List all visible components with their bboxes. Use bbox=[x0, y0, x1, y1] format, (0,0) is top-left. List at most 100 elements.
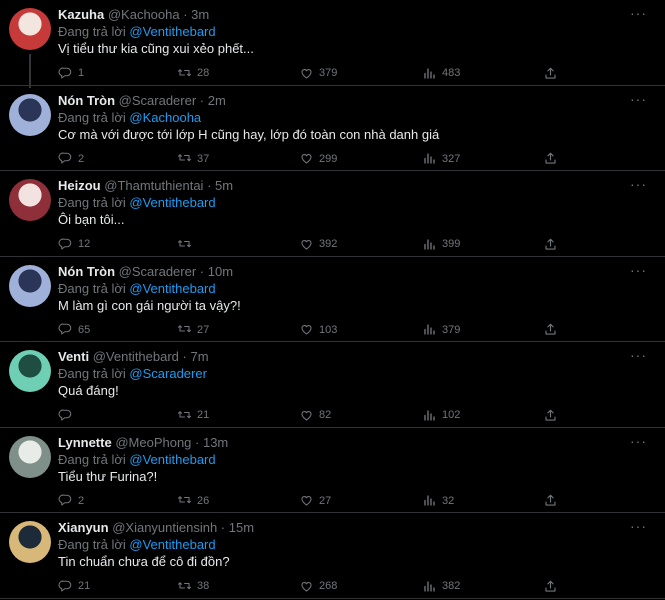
avatar[interactable] bbox=[9, 435, 51, 478]
like-button[interactable]: 82 bbox=[299, 406, 331, 424]
reply-icon bbox=[58, 494, 72, 506]
more-options-icon[interactable]: ··· bbox=[630, 433, 647, 449]
avatar[interactable] bbox=[9, 93, 51, 136]
replying-to-handle[interactable]: @Scaraderer bbox=[129, 366, 207, 381]
avatar[interactable] bbox=[9, 179, 51, 221]
more-options-icon[interactable]: ··· bbox=[630, 176, 647, 192]
like-button[interactable]: 103 bbox=[299, 321, 337, 339]
avatar[interactable] bbox=[9, 8, 51, 50]
avatar[interactable] bbox=[9, 521, 51, 563]
views-button[interactable]: 32 bbox=[422, 492, 454, 510]
replying-to: Đang trả lời @Ventithebard bbox=[58, 24, 216, 39]
like-button[interactable]: 27 bbox=[299, 492, 331, 510]
replying-to-handle[interactable]: @Ventithebard bbox=[129, 24, 215, 39]
user-handle[interactable]: @Kachooha bbox=[108, 7, 180, 22]
tweet-row[interactable]: Venti @Ventithebard · 7m ··· Đang trả lời … bbox=[0, 342, 665, 428]
share-button[interactable] bbox=[543, 235, 563, 253]
reply-button[interactable]: 2 bbox=[58, 150, 84, 168]
heart-icon bbox=[301, 154, 312, 164]
tweet-row[interactable]: Kazuha @Kachooha · 3m ··· Đang trả lời @Ve… bbox=[0, 0, 665, 88]
tweet-row[interactable]: Nón Tròn @Scaraderer · 10m ··· Đang trả lờ… bbox=[0, 257, 665, 342]
display-name[interactable]: Nón Tròn bbox=[58, 264, 115, 279]
replying-to-handle[interactable]: @Ventithebard bbox=[129, 281, 215, 296]
like-button[interactable]: 268 bbox=[299, 577, 337, 595]
retweet-button[interactable]: 37 bbox=[177, 150, 209, 168]
like-button[interactable]: 392 bbox=[299, 235, 337, 253]
timestamp[interactable]: 7m bbox=[190, 349, 208, 364]
replying-to-handle[interactable]: @Ventithebard bbox=[129, 537, 215, 552]
views-button[interactable]: 382 bbox=[422, 577, 460, 595]
timestamp[interactable]: 13m bbox=[203, 435, 228, 450]
tweet-row[interactable]: Xianyun @Xianyuntiensinh · 15m ··· Đang tr… bbox=[0, 513, 665, 599]
more-options-icon[interactable]: ··· bbox=[630, 5, 647, 21]
views-button[interactable]: 379 bbox=[422, 321, 460, 339]
like-button[interactable]: 299 bbox=[299, 150, 337, 168]
timestamp[interactable]: 10m bbox=[208, 264, 233, 279]
share-button[interactable] bbox=[543, 406, 563, 424]
timestamp[interactable]: 3m bbox=[191, 7, 209, 22]
views-button[interactable]: 483 bbox=[422, 64, 460, 82]
share-button[interactable] bbox=[543, 492, 563, 510]
retweet-button[interactable]: 27 bbox=[177, 321, 209, 339]
reply-button[interactable]: 65 bbox=[58, 321, 90, 339]
tweet-text: Cơ mà với được tới lớp H cũng hay, lớp đ… bbox=[58, 126, 440, 142]
tweet-row[interactable]: Nón Tròn @Scaraderer · 2m ··· Đang trả lời… bbox=[0, 86, 665, 171]
timestamp[interactable]: 15m bbox=[229, 520, 254, 535]
user-handle[interactable]: @Xianyuntiensinh bbox=[112, 520, 217, 535]
retweet-button[interactable]: 38 bbox=[177, 577, 209, 595]
display-name[interactable]: Nón Tròn bbox=[58, 93, 115, 108]
more-options-icon[interactable]: ··· bbox=[630, 91, 647, 107]
replying-to-handle[interactable]: @Ventithebard bbox=[129, 195, 215, 210]
view-count: 32 bbox=[442, 494, 455, 507]
like-button[interactable]: 379 bbox=[299, 64, 337, 82]
display-name[interactable]: Xianyun bbox=[58, 520, 109, 535]
reply-button[interactable]: 2 bbox=[58, 492, 84, 510]
timestamp[interactable]: 2m bbox=[208, 93, 226, 108]
replying-to-handle[interactable]: @Kachooha bbox=[129, 110, 201, 125]
replying-to: Đang trả lời @Kachooha bbox=[58, 110, 201, 125]
user-handle[interactable]: @Ventithebard bbox=[93, 349, 179, 364]
user-handle[interactable]: @Scaraderer bbox=[119, 264, 197, 279]
bar-chart-icon bbox=[424, 153, 435, 164]
heart-icon bbox=[301, 581, 312, 592]
reply-button[interactable]: 1 bbox=[58, 64, 84, 82]
replying-to-label: Đang trả lời bbox=[58, 280, 126, 296]
user-handle[interactable]: @Thamtuthientai bbox=[104, 178, 203, 193]
views-button[interactable]: 102 bbox=[422, 406, 460, 424]
share-button[interactable] bbox=[543, 64, 563, 82]
display-name[interactable]: Venti bbox=[58, 349, 89, 364]
retweet-button[interactable]: 28 bbox=[177, 64, 209, 82]
retweet-button[interactable]: 26 bbox=[177, 492, 209, 510]
views-button[interactable]: 399 bbox=[422, 235, 460, 253]
timestamp[interactable]: 5m bbox=[215, 178, 233, 193]
share-button[interactable] bbox=[543, 150, 563, 168]
reply-button[interactable] bbox=[58, 406, 78, 424]
tweet-row[interactable]: Lynnette @MeoPhong · 13m ··· Đang trả lời … bbox=[0, 428, 665, 513]
views-button[interactable]: 327 bbox=[422, 150, 460, 168]
retweet-button[interactable]: 21 bbox=[177, 406, 209, 424]
share-button[interactable] bbox=[543, 577, 563, 595]
separator-dot: · bbox=[196, 263, 208, 279]
reply-button[interactable]: 21 bbox=[58, 577, 90, 595]
display-name[interactable]: Heizou bbox=[58, 178, 101, 193]
share-button[interactable] bbox=[543, 321, 563, 339]
more-options-icon[interactable]: ··· bbox=[630, 518, 647, 534]
more-options-icon[interactable]: ··· bbox=[630, 262, 647, 278]
tweet-row[interactable]: Heizou @Thamtuthientai · 5m ··· Đang trả l… bbox=[0, 171, 665, 257]
reply-button[interactable]: 12 bbox=[58, 235, 90, 253]
view-count: 327 bbox=[442, 152, 461, 165]
avatar[interactable] bbox=[9, 350, 51, 392]
more-options-icon[interactable]: ··· bbox=[630, 347, 647, 363]
user-handle[interactable]: @Scaraderer bbox=[119, 93, 197, 108]
replying-to-handle[interactable]: @Ventithebard bbox=[129, 452, 215, 467]
bar-chart-icon bbox=[424, 409, 435, 421]
display-name[interactable]: Lynnette bbox=[58, 435, 112, 450]
user-handle[interactable]: @MeoPhong bbox=[115, 435, 191, 450]
retweet-button[interactable] bbox=[177, 235, 197, 253]
display-name[interactable]: Kazuha bbox=[58, 7, 104, 22]
avatar[interactable] bbox=[9, 264, 51, 307]
replying-to: Đang trả lời @Ventithebard bbox=[58, 452, 216, 467]
view-count: 379 bbox=[442, 323, 461, 336]
heart-icon bbox=[301, 410, 312, 421]
reply-icon bbox=[58, 238, 72, 250]
